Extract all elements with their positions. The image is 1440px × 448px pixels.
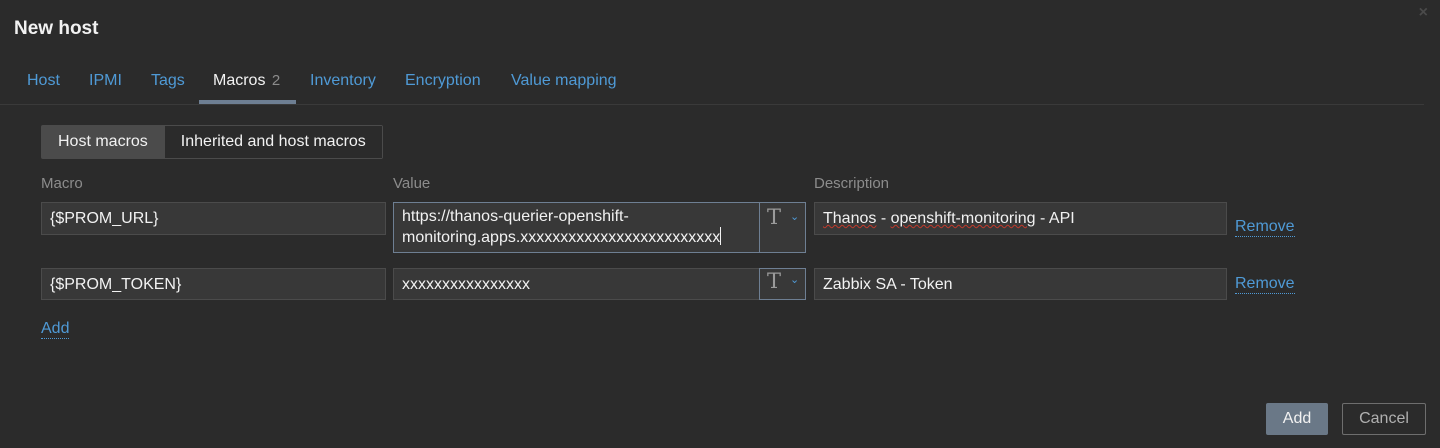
macro-name-value: {$PROM_URL} <box>50 210 159 227</box>
dialog-title: New host <box>14 18 99 39</box>
add-button[interactable]: Add <box>1266 403 1328 435</box>
macro-name-input[interactable]: {$PROM_URL} <box>41 202 386 235</box>
close-icon[interactable]: × <box>1419 4 1428 22</box>
remove-link[interactable]: Remove <box>1235 218 1295 237</box>
tab-host[interactable]: Host <box>27 72 60 90</box>
description-word: Thanos <box>823 210 877 227</box>
chevron-down-icon: ⌄ <box>790 274 800 286</box>
macro-scope-toggle: Host macros Inherited and host macros <box>41 125 383 159</box>
cancel-button[interactable]: Cancel <box>1342 403 1426 435</box>
active-tab-indicator <box>199 100 296 104</box>
macro-description-input[interactable]: Thanos - openshift-monitoring - API <box>814 202 1227 235</box>
add-macro-link[interactable]: Add <box>41 320 70 339</box>
tab-macros-count: 2 <box>271 72 281 89</box>
description-separator: - <box>876 210 891 227</box>
macro-value-input[interactable]: xxxxxxxxxxxxxxxx <box>393 268 760 300</box>
macro-name-value: {$PROM_TOKEN} <box>50 276 182 293</box>
tab-ipmi[interactable]: IPMI <box>89 72 122 90</box>
description-column-header: Description <box>814 175 890 192</box>
macro-description-input[interactable]: Zabbix SA - Token <box>814 268 1227 300</box>
text-cursor <box>720 227 722 245</box>
value-type-dropdown[interactable]: T ⌄ <box>759 268 806 300</box>
macro-column-header: Macro <box>41 175 83 192</box>
text-type-icon: T <box>767 269 782 293</box>
inherited-macros-button[interactable]: Inherited and host macros <box>163 126 382 158</box>
tab-inventory[interactable]: Inventory <box>310 72 376 90</box>
macro-value-text: https://thanos-querier-openshift- monito… <box>402 207 751 248</box>
remove-link[interactable]: Remove <box>1235 275 1295 294</box>
tab-macros[interactable]: Macros 2 <box>213 72 280 90</box>
macro-value-input[interactable]: https://thanos-querier-openshift- monito… <box>393 202 760 253</box>
tab-encryption[interactable]: Encryption <box>405 72 481 90</box>
macro-description-value: Thanos - openshift-monitoring - API <box>823 209 1218 229</box>
tab-bar: Host IPMI Tags Macros 2 Inventory Encryp… <box>0 60 1424 105</box>
description-word: openshift-monitoring <box>890 210 1036 227</box>
description-rest: - API <box>1035 210 1075 227</box>
tab-value-mapping[interactable]: Value mapping <box>511 72 617 90</box>
value-column-header: Value <box>393 175 431 192</box>
macro-description-value: Zabbix SA - Token <box>823 276 953 293</box>
tab-tags[interactable]: Tags <box>151 72 185 90</box>
macro-value-content: https://thanos-querier-openshift- monito… <box>402 208 721 246</box>
macro-name-input[interactable]: {$PROM_TOKEN} <box>41 268 386 300</box>
value-type-dropdown[interactable]: T ⌄ <box>759 202 806 253</box>
host-macros-button[interactable]: Host macros <box>42 126 164 158</box>
macro-value-text: xxxxxxxxxxxxxxxx <box>402 276 530 293</box>
text-type-icon: T <box>767 205 782 229</box>
chevron-down-icon: ⌄ <box>790 211 800 223</box>
tab-macros-label: Macros <box>213 72 266 89</box>
